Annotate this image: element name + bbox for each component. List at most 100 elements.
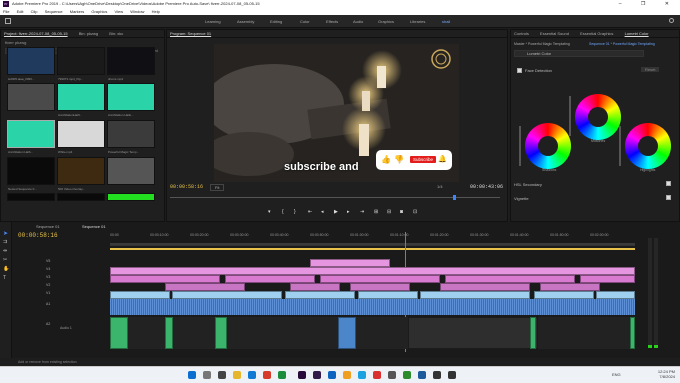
lumetri-source[interactable]: Master * Powerful Magic Templating [514,42,570,46]
tab-effect-controls[interactable]: Controls [514,31,529,36]
project-item-thumbnail[interactable]: 500 Video-Overlay... [57,157,105,191]
project-item-thumbnail[interactable]: 799073.mp4_f3p... [57,47,105,81]
workspace-shail[interactable]: shail [442,19,450,24]
after-effects-icon[interactable] [313,371,321,379]
mark-out-icon[interactable]: } [294,209,296,215]
edge-icon[interactable] [328,371,336,379]
track-label[interactable]: A2 [46,322,50,326]
tab-essential-graphics[interactable]: Essential Graphics [580,31,613,36]
timeline-clip[interactable] [285,291,355,299]
search-taskbar-icon[interactable] [203,371,211,379]
task-view-icon[interactable] [218,371,226,379]
timeline-clip[interactable] [420,291,530,299]
type-icon[interactable]: T [3,275,6,281]
ripple-icon[interactable]: ⇹ [3,248,7,254]
timeline-clip[interactable] [540,283,600,291]
vr-icon[interactable]: ⊡ [413,209,417,215]
track-label[interactable]: V2 [46,283,50,287]
go-to-in-icon[interactable]: ⇤ [308,209,312,215]
menu-sequence[interactable]: Sequence [45,9,63,14]
menu-view[interactable]: View [114,9,123,14]
go-to-out-icon[interactable]: ⇥ [360,209,364,215]
menu-clip[interactable]: Clip [31,9,38,14]
add-marker-icon[interactable]: ▾ [268,209,271,215]
search-icon[interactable] [669,18,674,23]
audio-clip[interactable] [338,317,356,349]
timeline-clip[interactable] [310,259,390,267]
audio-clip[interactable] [215,317,227,349]
midtones-slider[interactable] [569,96,571,136]
track-label[interactable]: V1 [46,291,50,295]
hand-icon[interactable]: ✋ [3,266,9,272]
chrome-icon[interactable] [343,371,351,379]
windows-start-icon[interactable] [188,371,196,379]
timeline-clip[interactable] [225,275,315,283]
time-ruler[interactable]: 00:00 00:00:10:00 00:00:20:00 00:00:30:00 00… [110,232,635,246]
timeline-clip[interactable] [358,291,418,299]
excel-icon[interactable] [403,371,411,379]
telegram-icon[interactable] [358,371,366,379]
extract-icon[interactable]: ⊟ [387,209,391,215]
program-timecode[interactable]: 00:00:58:16 [170,184,203,190]
workspace-audio[interactable]: Audio [353,19,363,24]
workspace-editing[interactable]: Editing [270,19,282,24]
timeline-clip[interactable] [445,275,575,283]
settings-icon[interactable] [388,371,396,379]
audio-clip[interactable] [630,317,635,349]
app-icon-3[interactable] [433,371,441,379]
word-icon[interactable] [418,371,426,379]
timeline-clip[interactable] [290,283,340,291]
fit-dropdown[interactable]: Fit [210,184,225,191]
vignette-checkbox[interactable] [666,195,671,200]
timeline-clip[interactable] [110,275,220,283]
export-frame-icon[interactable]: ◙ [400,209,403,215]
clock[interactable]: 12:24 PM 7/8/2024 [645,369,675,379]
workspace-assembly[interactable]: Assembly [237,19,254,24]
highlights-slider[interactable] [619,126,621,166]
midtones-wheel[interactable] [575,94,621,140]
step-back-icon[interactable]: ◂ [321,209,324,215]
timeline-clip[interactable] [172,291,282,299]
highlights-wheel[interactable] [625,123,671,169]
window-controls[interactable]: – ❐ ✕ [619,0,678,8]
timeline-clip[interactable] [110,267,635,275]
track-label[interactable]: V4 [46,267,50,271]
lumetri-effect-select[interactable]: Lumetri Color [514,50,644,57]
project-item-thumbnail[interactable] [57,193,105,201]
workspace-effects[interactable]: Effects [326,19,338,24]
track-label[interactable]: V5 [46,259,50,263]
timeline-clip[interactable] [440,283,530,291]
workspace-libraries[interactable]: Libraries [410,19,425,24]
resolution-select[interactable]: 1/4 [437,184,443,189]
media-icon[interactable] [373,371,381,379]
track-label[interactable]: V3 [46,275,50,279]
menu-edit[interactable]: Edit [17,9,24,14]
app-icon[interactable] [263,371,271,379]
work-area-bar[interactable] [110,248,635,250]
audio-clip[interactable] [165,317,173,349]
step-forward-icon[interactable]: ▸ [347,209,350,215]
project-item-thumbnail[interactable] [7,83,55,111]
menu-help[interactable]: Help [152,9,160,14]
file-explorer-icon[interactable] [233,371,241,379]
shadows-slider[interactable] [519,126,521,166]
app-icon-2[interactable] [278,371,286,379]
timeline-clip[interactable] [110,291,170,299]
workspace-learning[interactable]: Learning [205,19,221,24]
timeline-tab-active[interactable]: Sequence 01 [82,224,106,229]
lift-icon[interactable]: ⊞ [374,209,378,215]
audio-track-a1[interactable] [110,299,635,315]
razor-icon[interactable]: ✂ [3,257,7,263]
audio-track-a2[interactable] [110,317,635,349]
project-item-thumbnail[interactable] [107,193,155,201]
track-label[interactable]: A1 [46,302,50,306]
timeline-clip[interactable] [320,275,440,283]
timeline-clip[interactable] [350,283,410,291]
project-item-thumbnail[interactable]: Annihilation Halb... [7,120,55,154]
language-indicator[interactable]: ENG [612,372,621,377]
tab-bin-pkzwg[interactable]: Bin: pkzwg [79,31,98,36]
track-select-icon[interactable]: ⇉ [3,239,7,245]
menu-window[interactable]: Window [130,9,144,14]
timeline-timecode[interactable]: 00:00:58:16 [18,232,58,239]
hsl-secondary-section[interactable]: HSL Secondary [514,182,542,187]
